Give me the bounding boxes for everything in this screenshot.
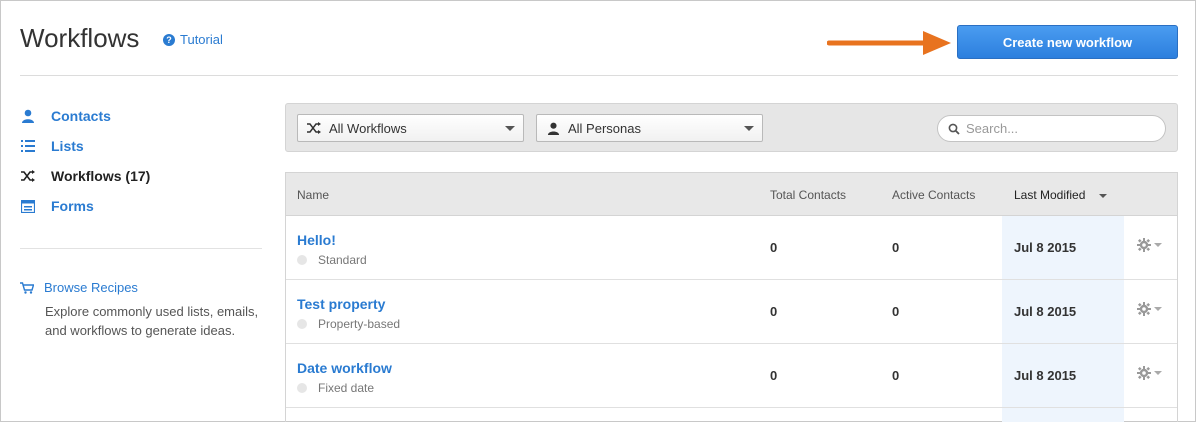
gear-icon (1137, 302, 1151, 316)
workflow-filter-value: All Workflows (329, 120, 407, 136)
workflow-type-label: Property-based (318, 317, 401, 331)
browse-recipes-link[interactable]: Browse Recipes (20, 280, 262, 295)
last-modified-value: Jul 8 2015 (1014, 368, 1077, 383)
status-dot-icon (297, 383, 307, 393)
sidebar-item-workflows[interactable]: Workflows (17) (20, 161, 262, 191)
column-header-name[interactable]: Name (297, 188, 329, 202)
column-header-label: Last Modified (1014, 188, 1086, 202)
sidebar-item-contacts[interactable]: Contacts (20, 101, 262, 131)
page-header: Workflows ? Tutorial Create new workflow (1, 1, 1195, 76)
form-icon (20, 198, 36, 214)
create-workflow-button[interactable]: Create new workflow (957, 25, 1178, 59)
tutorial-label: Tutorial (180, 32, 223, 47)
shuffle-icon (20, 168, 36, 184)
row-actions-menu[interactable] (1137, 302, 1162, 316)
sidebar-item-lists[interactable]: Lists (20, 131, 262, 161)
table-row: Date workflow Fixed date 0 0 Jul 8 2015 (286, 344, 1177, 408)
sidebar-item-label: Workflows (17) (51, 168, 151, 184)
status-dot-icon (297, 319, 307, 329)
sidebar-item-label: Forms (51, 198, 94, 214)
sidebar-item-label: Lists (51, 138, 84, 154)
search-icon (948, 123, 960, 135)
search-input[interactable] (966, 121, 1156, 136)
column-header-active-contacts[interactable]: Active Contacts (892, 188, 975, 202)
row-actions-menu[interactable] (1137, 238, 1162, 252)
list-icon (20, 138, 36, 154)
workflow-type-label: Standard (318, 253, 367, 267)
gear-icon (1137, 238, 1151, 252)
column-header-total-contacts[interactable]: Total Contacts (770, 188, 846, 202)
filter-bar: All Workflows All Personas (285, 103, 1178, 152)
persona-filter-select[interactable]: All Personas (536, 114, 763, 142)
workflows-table: Name Total Contacts Active Contacts Last… (285, 172, 1178, 422)
total-contacts-value: 0 (770, 368, 778, 383)
search-box (937, 115, 1166, 142)
persona-filter-value: All Personas (568, 120, 641, 136)
sidebar: Contacts Lists Workflows (17) Forms Brow… (20, 101, 262, 340)
active-contacts-value: 0 (892, 240, 900, 255)
shuffle-icon (307, 121, 321, 135)
page-title: Workflows (20, 23, 140, 53)
total-contacts-value: 0 (770, 240, 778, 255)
table-row: Hello! Standard 0 0 Jul 8 2015 (286, 216, 1177, 280)
arrow-annotation-icon (827, 31, 951, 55)
workflow-filter-select[interactable]: All Workflows (297, 114, 524, 142)
sidebar-item-forms[interactable]: Forms (20, 191, 262, 221)
workflow-type: Standard (297, 253, 367, 267)
last-modified-value: Jul 8 2015 (1014, 304, 1077, 319)
person-icon (546, 121, 560, 135)
table-header: Name Total Contacts Active Contacts Last… (286, 173, 1177, 216)
workflow-type-label: Fixed date (318, 381, 375, 395)
total-contacts-value: 0 (770, 304, 778, 319)
row-actions-menu[interactable] (1137, 366, 1162, 380)
active-contacts-value: 0 (892, 304, 900, 319)
last-modified-value: Jul 8 2015 (1014, 240, 1077, 255)
recipes-description: Explore commonly used lists, emails, and… (45, 304, 259, 338)
sidebar-item-label: Contacts (51, 108, 111, 124)
workflow-type: Property-based (297, 317, 400, 331)
sidebar-divider (20, 248, 262, 249)
chevron-down-icon (744, 126, 754, 131)
tutorial-link[interactable]: ? Tutorial (163, 32, 223, 47)
workflow-name-link[interactable]: Test property (297, 296, 385, 312)
browse-recipes-label: Browse Recipes (44, 280, 138, 295)
cart-icon (20, 281, 34, 295)
chevron-down-icon (1154, 243, 1162, 247)
person-icon (20, 108, 36, 124)
workflow-type: Fixed date (297, 381, 374, 395)
sort-descending-icon (1099, 193, 1108, 198)
help-icon: ? (163, 33, 175, 46)
workflow-name-link[interactable]: Hello! (297, 232, 336, 248)
header-divider (20, 75, 1178, 76)
workflow-name-link[interactable]: Date workflow (297, 360, 392, 376)
column-header-last-modified[interactable]: Last Modified (1014, 188, 1108, 202)
gear-icon (1137, 366, 1151, 380)
status-dot-icon (297, 255, 307, 265)
chevron-down-icon (1154, 371, 1162, 375)
chevron-down-icon (505, 126, 515, 131)
table-row: Test property Property-based 0 0 Jul 8 2… (286, 280, 1177, 344)
active-contacts-value: 0 (892, 368, 900, 383)
chevron-down-icon (1154, 307, 1162, 311)
recipes-section: Browse Recipes Explore commonly used lis… (20, 280, 262, 340)
